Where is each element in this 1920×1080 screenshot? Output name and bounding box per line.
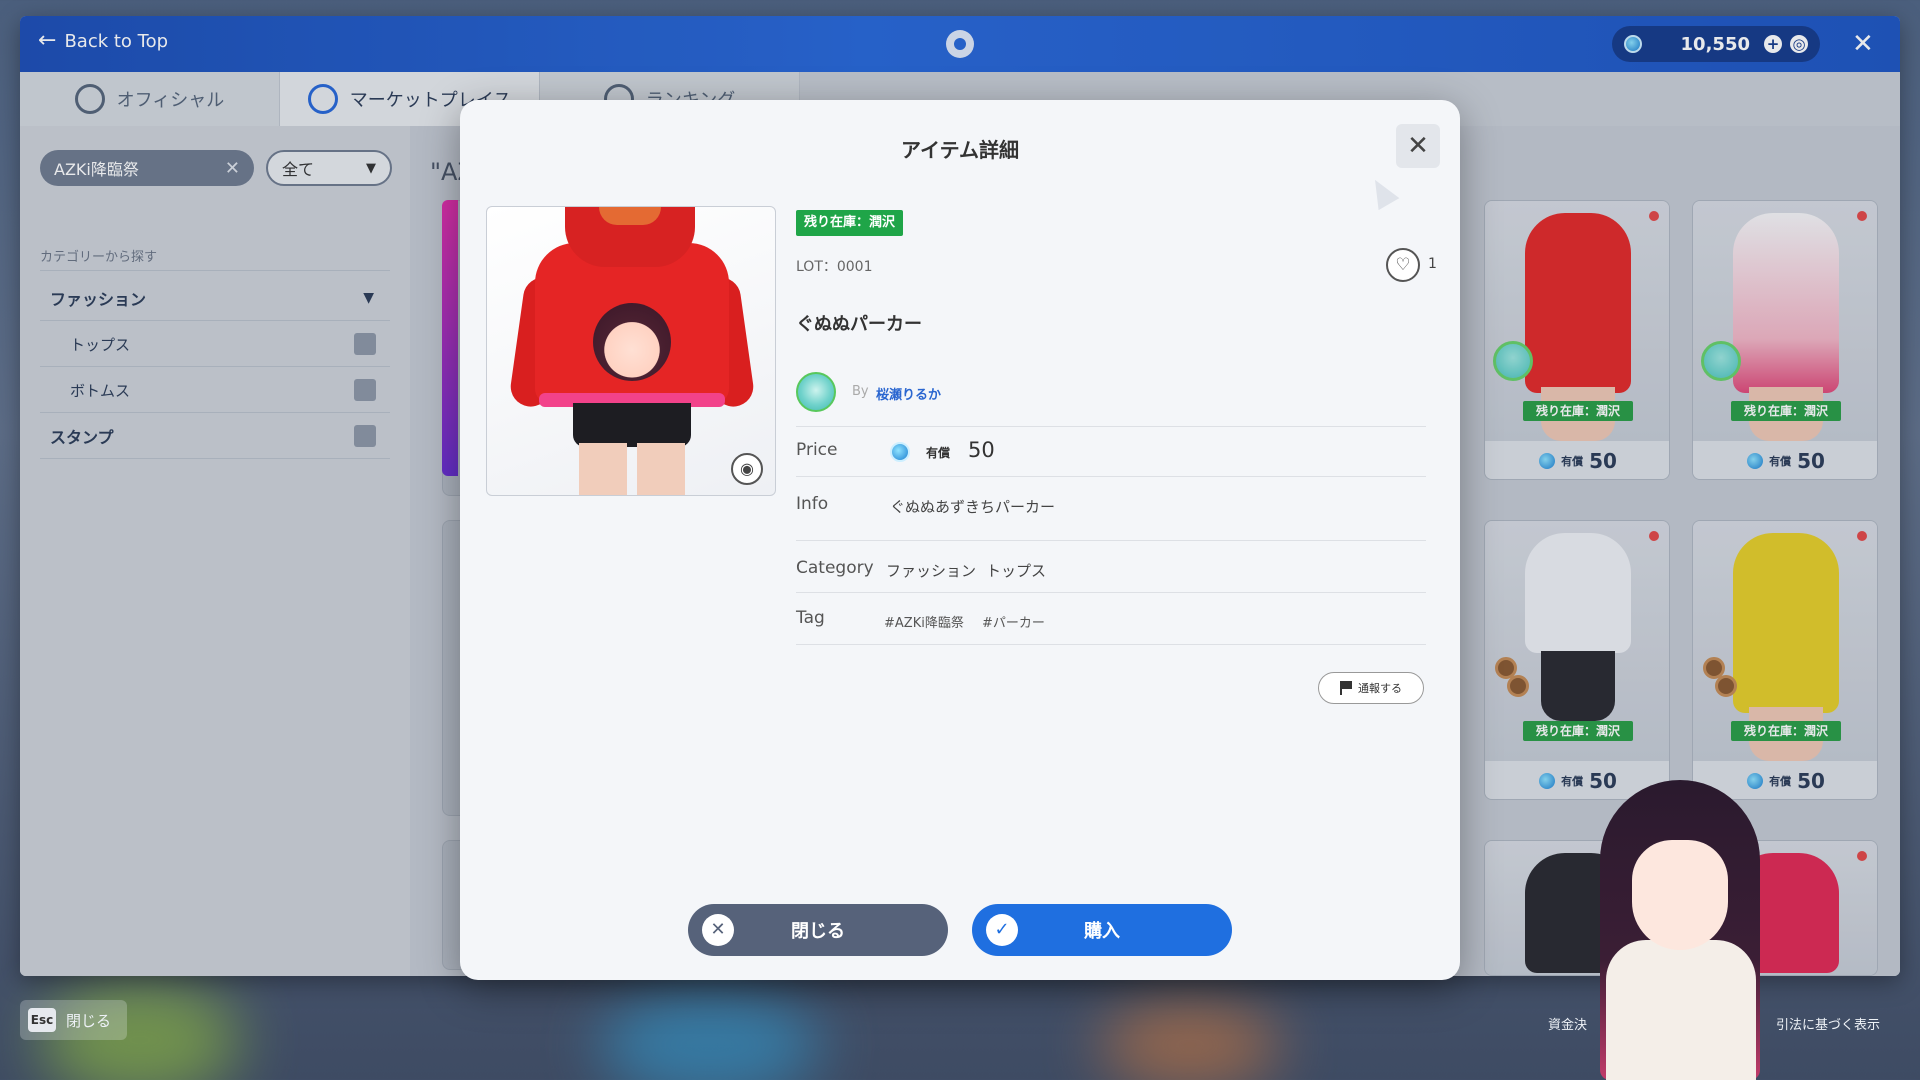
check-icon: ✓ bbox=[986, 914, 1018, 946]
close-button[interactable]: ✕ 閉じる bbox=[688, 904, 948, 956]
info-value: ぐぬぬあずきちパーカー bbox=[890, 498, 1056, 516]
avatar-body bbox=[1606, 940, 1756, 1080]
camera-icon[interactable]: ◉ bbox=[731, 453, 763, 485]
divider bbox=[796, 540, 1426, 541]
hoodie-print bbox=[593, 303, 671, 381]
category-label: Category bbox=[796, 558, 874, 578]
buy-button[interactable]: ✓ 購入 bbox=[972, 904, 1232, 956]
model-leg bbox=[579, 443, 627, 495]
flag-icon bbox=[1340, 681, 1352, 695]
tag-link[interactable]: #AZKi降臨祭 bbox=[884, 612, 964, 631]
category-value: トップス bbox=[986, 562, 1047, 580]
stock-badge: 残り在庫：潤沢 bbox=[796, 210, 904, 236]
background-blob bbox=[1100, 1000, 1280, 1080]
background-blob bbox=[600, 990, 820, 1080]
model-shorts bbox=[573, 403, 691, 447]
creator-name-link[interactable]: 桜瀬りるか bbox=[876, 384, 941, 403]
model-leg bbox=[637, 443, 685, 495]
info-label: Info bbox=[796, 494, 829, 514]
price-value: 50 bbox=[968, 438, 995, 462]
heart-icon[interactable]: ♡ bbox=[1386, 248, 1420, 282]
tag-link[interactable]: #パーカー bbox=[982, 612, 1045, 631]
creator-avatar[interactable] bbox=[796, 372, 836, 412]
price-label: Price bbox=[796, 440, 838, 460]
esc-close-hint[interactable]: Esc 閉じる bbox=[20, 1000, 128, 1040]
report-label: 通報する bbox=[1358, 682, 1402, 695]
divider bbox=[796, 644, 1426, 645]
divider bbox=[796, 592, 1426, 593]
divider bbox=[796, 476, 1426, 477]
vtuber-avatar bbox=[1560, 780, 1800, 1080]
avatar-face bbox=[1632, 840, 1728, 950]
close-icon: ✕ bbox=[702, 914, 734, 946]
model-hair bbox=[599, 207, 661, 225]
item-name: ぐぬぬパーカー bbox=[796, 314, 922, 335]
mouse-cursor-icon bbox=[1364, 173, 1400, 211]
price-type: 有償 bbox=[926, 446, 951, 460]
esc-label: 閉じる bbox=[66, 1011, 112, 1030]
close-icon: ✕ bbox=[1407, 131, 1429, 161]
like-count: 1 bbox=[1428, 256, 1437, 272]
lot-number: LOT：0001 bbox=[796, 259, 873, 275]
item-preview-image: ◉ bbox=[486, 206, 776, 496]
category-value: ファッション bbox=[886, 562, 977, 580]
modal-title: アイテム詳細 bbox=[901, 138, 1019, 162]
tag-label: Tag bbox=[796, 608, 825, 628]
divider bbox=[796, 426, 1426, 427]
coin-icon bbox=[890, 442, 910, 462]
by-label: By bbox=[852, 384, 869, 399]
modal-close-button[interactable]: ✕ bbox=[1396, 124, 1440, 168]
item-detail-modal: アイテム詳細 ✕ ◉ 残り在庫：潤沢 LOT：0001 ♡ 1 ぐぬぬパーカー … bbox=[460, 100, 1460, 980]
report-button[interactable]: 通報する bbox=[1318, 672, 1424, 704]
esc-key: Esc bbox=[28, 1008, 56, 1032]
